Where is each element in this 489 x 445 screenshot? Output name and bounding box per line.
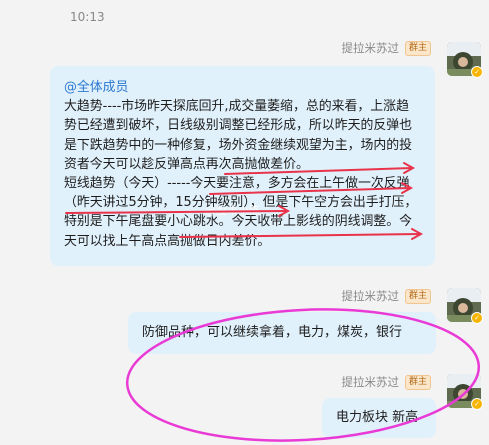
owner-badge: 群主: [404, 288, 431, 304]
sender-name[interactable]: 提拉米苏过: [341, 374, 399, 390]
sender-row: 提拉米苏过 群主: [341, 288, 431, 304]
sender-name[interactable]: 提拉米苏过: [341, 40, 399, 56]
sender-row: 提拉米苏过 群主: [341, 40, 431, 56]
verified-icon: ✓: [471, 66, 483, 78]
sender-row: 提拉米苏过 群主: [341, 374, 431, 390]
mention-all[interactable]: @全体成员: [64, 80, 128, 95]
message-bubble[interactable]: @全体成员 大趋势----市场昨天探底回升,成交量萎缩，总的来看，上涨趋势已经遭…: [50, 66, 435, 266]
owner-badge: 群主: [404, 374, 431, 390]
watermark: @股市小陈: [205, 204, 260, 217]
sender-name[interactable]: 提拉米苏过: [341, 288, 399, 304]
message-bubble[interactable]: 电力板块 新高: [322, 398, 436, 438]
verified-icon: ✓: [471, 312, 483, 324]
timestamp: 10:13: [70, 10, 105, 24]
message-bubble[interactable]: 防御品种，可以继续拿着，电力，煤炭，银行: [128, 312, 436, 354]
owner-badge: 群主: [404, 40, 431, 56]
verified-icon: ✓: [471, 398, 483, 410]
message-paragraph: 大趋势----市场昨天探底回升,成交量萎缩，总的来看，上涨趋势已经遭到破坏，日线…: [64, 99, 413, 172]
